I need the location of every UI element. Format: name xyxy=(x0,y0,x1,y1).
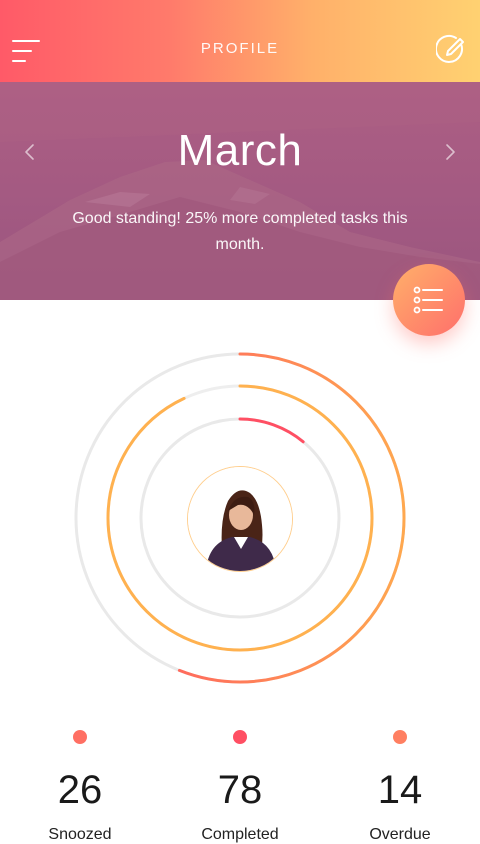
snoozed-dot xyxy=(73,730,87,744)
stat-snoozed[interactable]: 26 Snoozed xyxy=(0,730,160,844)
top-bar: PROFILE xyxy=(0,0,480,82)
chevron-right-icon[interactable] xyxy=(438,140,462,164)
completed-count: 78 xyxy=(217,768,263,812)
overdue-dot xyxy=(393,730,407,744)
mountain-background-image xyxy=(0,82,480,300)
overdue-count: 14 xyxy=(377,768,423,812)
profile-screen: PROFILE March Good standing! 25% more co… xyxy=(0,0,480,844)
standing-message: Good standing! 25% more completed tasks … xyxy=(72,210,408,253)
stat-overdue[interactable]: 14 Overdue xyxy=(320,730,480,844)
completed-dot xyxy=(233,730,247,744)
list-icon xyxy=(413,286,443,314)
avatar[interactable] xyxy=(187,466,293,572)
overdue-label: Overdue xyxy=(369,826,431,843)
stat-completed[interactable]: 78 Completed xyxy=(160,730,320,844)
month-banner: March Good standing! 25% more completed … xyxy=(0,82,480,300)
month-title: March xyxy=(177,126,303,175)
edit-check-icon xyxy=(435,35,464,63)
task-list-button[interactable] xyxy=(393,264,465,336)
menu-icon-line-3 xyxy=(12,60,26,62)
completed-label: Completed xyxy=(201,826,279,843)
page-title: PROFILE xyxy=(200,40,280,57)
snoozed-count: 26 xyxy=(57,768,103,812)
edit-button[interactable] xyxy=(435,34,468,66)
snoozed-label: Snoozed xyxy=(48,826,112,843)
user-photo xyxy=(188,467,292,571)
